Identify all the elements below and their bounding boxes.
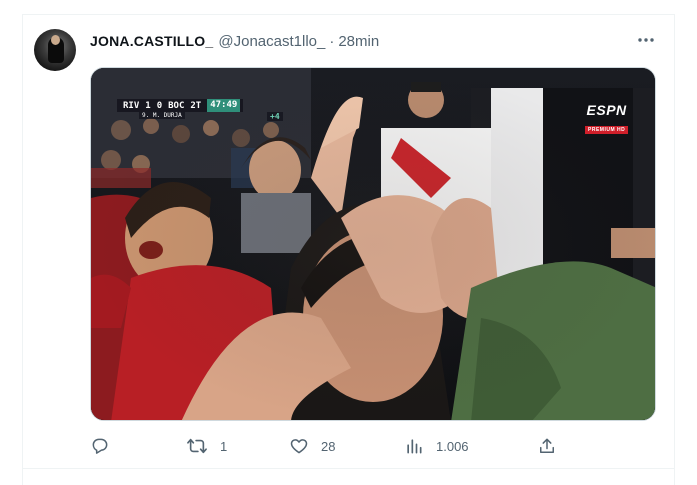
like-icon bbox=[290, 439, 308, 454]
bottom-divider bbox=[22, 468, 675, 469]
share-button[interactable] bbox=[537, 432, 557, 460]
separator-dot: · bbox=[329, 32, 335, 50]
retweet-count: 1 bbox=[220, 438, 228, 454]
timeline-right-border bbox=[674, 14, 675, 485]
user-handle[interactable]: @Jonacast1llo_ bbox=[218, 33, 325, 50]
home-team: RIV bbox=[123, 100, 140, 111]
match-period: 2T bbox=[190, 100, 202, 111]
goal-scorer: 9. M. DURJA bbox=[139, 112, 185, 119]
views-count: 1.006 bbox=[436, 438, 469, 454]
retweet-button[interactable]: 1 bbox=[186, 432, 227, 460]
avatar[interactable] bbox=[34, 29, 76, 71]
home-score: 1 bbox=[145, 100, 151, 111]
retweet-icon bbox=[187, 438, 207, 454]
avatar-face bbox=[51, 35, 60, 45]
away-team: BOC bbox=[168, 100, 185, 111]
tweet-actions: 1 28 1.006 bbox=[90, 432, 656, 460]
more-icon bbox=[638, 38, 654, 42]
tweet-media-video[interactable]: RIV 1 0 BOC 2T 47:49 9. M. DURJA +4 ESPN… bbox=[90, 67, 656, 421]
scorebug-row: RIV 1 0 BOC 2T 47:49 bbox=[117, 99, 244, 112]
match-clock: 47:49 bbox=[207, 99, 241, 112]
share-icon bbox=[540, 438, 554, 453]
tweet-timestamp[interactable]: 28min bbox=[338, 33, 379, 50]
tweet-header: JONA.CASTILLO_ @Jonacast1llo_ · 28min bbox=[90, 32, 379, 50]
broadcaster-name: ESPN bbox=[586, 102, 627, 118]
timeline-left-border bbox=[22, 14, 23, 485]
like-count: 28 bbox=[321, 438, 336, 454]
reply-button[interactable] bbox=[90, 432, 122, 460]
views-button[interactable]: 1.006 bbox=[404, 432, 469, 460]
broadcaster-tier: PREMIUM HD bbox=[585, 126, 629, 134]
display-name[interactable]: JONA.CASTILLO_ bbox=[90, 33, 213, 49]
top-divider bbox=[22, 14, 675, 15]
broadcaster-logo: ESPN PREMIUM HD bbox=[585, 102, 629, 136]
scorebug: RIV 1 0 BOC 2T 47:49 9. M. DURJA +4 bbox=[117, 99, 283, 123]
reply-icon bbox=[92, 438, 108, 454]
more-button[interactable] bbox=[634, 30, 658, 50]
added-time: +4 bbox=[267, 112, 283, 121]
views-icon bbox=[407, 439, 422, 454]
away-score: 0 bbox=[156, 100, 163, 111]
like-button[interactable]: 28 bbox=[289, 432, 335, 460]
